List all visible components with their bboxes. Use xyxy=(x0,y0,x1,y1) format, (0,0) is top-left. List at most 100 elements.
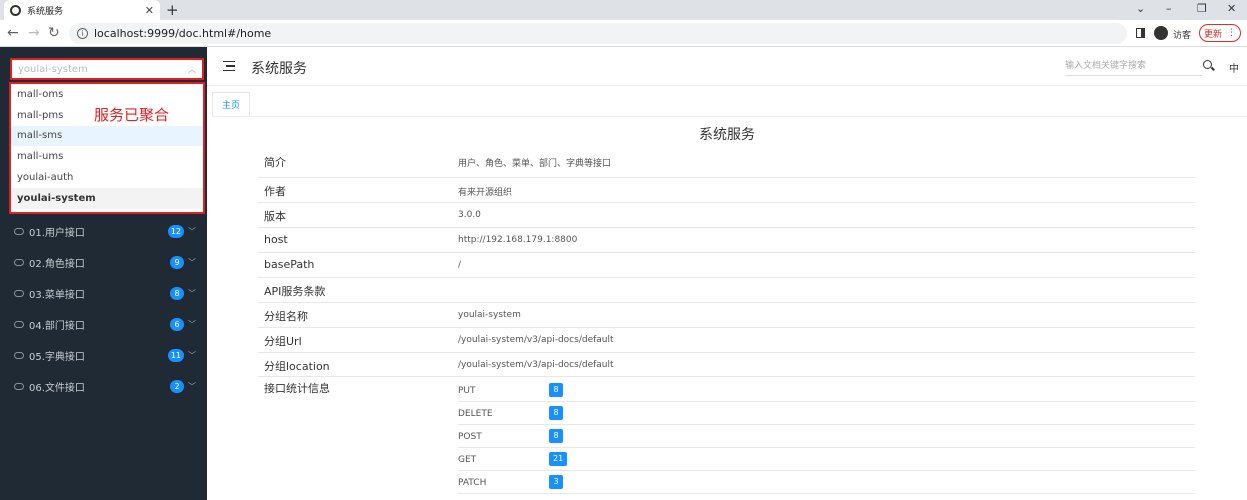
info-value: / xyxy=(458,260,462,270)
globe-icon xyxy=(10,4,21,16)
forward-icon[interactable]: → xyxy=(28,25,40,41)
chevron-down-icon: ﹀ xyxy=(188,288,196,298)
service-select-value: youlai-system xyxy=(18,63,88,75)
service-dropdown: mall-oms mall-pms mall-sms mall-ums youl… xyxy=(9,82,205,214)
info-icon[interactable]: i xyxy=(77,28,88,39)
stat-row: PUT 8 xyxy=(458,379,1195,402)
info-key: 接口统计信息 xyxy=(264,382,330,395)
menu-toggle-icon[interactable] xyxy=(223,61,235,71)
chevron-down-icon: ﹀ xyxy=(188,257,196,267)
sidebar-item-dept-api[interactable]: 04.部门接口 6 ﹀ xyxy=(0,314,207,334)
count-badge: 11 xyxy=(167,348,184,362)
count-badge: 8 xyxy=(170,286,184,300)
url-field[interactable]: i localhost:9999/doc.html#/home xyxy=(69,23,1127,44)
http-method: PATCH xyxy=(458,478,487,488)
tab-divider xyxy=(212,116,1247,117)
service-option[interactable]: youlai-auth xyxy=(11,167,203,188)
sidebar-item-menu-api[interactable]: 03.菜单接口 8 ﹀ xyxy=(0,283,207,303)
more-menu-icon: ⋮ xyxy=(1227,28,1236,38)
cloud-icon xyxy=(14,289,24,297)
count-badge: 3 xyxy=(549,475,563,489)
chevron-down-icon: ﹀ xyxy=(188,381,196,391)
page-title: 系统服务 xyxy=(251,61,307,77)
sidebar-item-label: 06.文件接口 xyxy=(29,382,85,394)
info-row: 简介 用户、角色、菜单、部门、字典等接口 xyxy=(258,148,1195,178)
count-badge: 2 xyxy=(170,379,184,393)
address-bar: ← → ↻ i localhost:9999/doc.html#/home 访客… xyxy=(0,20,1247,47)
doc-title: 系统服务 xyxy=(699,127,755,143)
chevron-down-icon: ﹀ xyxy=(188,226,196,236)
info-row: 作者 有来开源组织 xyxy=(258,178,1195,203)
info-value: 用户、角色、菜单、部门、字典等接口 xyxy=(458,159,612,169)
close-tab-icon[interactable]: ✕ xyxy=(145,4,154,17)
count-badge: 8 xyxy=(549,406,563,420)
tab-home[interactable]: 主页 xyxy=(212,92,250,116)
browser-tab-title: 系统服务 xyxy=(27,6,64,17)
info-key: 分组Url xyxy=(264,335,302,348)
sidebar-item-label: 03.菜单接口 xyxy=(29,289,85,301)
http-method: PUT xyxy=(458,386,476,396)
profile-avatar-icon[interactable] xyxy=(1154,26,1168,40)
info-row: 版本 3.0.0 xyxy=(258,203,1195,228)
count-badge: 21 xyxy=(549,452,568,466)
back-icon[interactable]: ← xyxy=(7,25,19,41)
service-select[interactable]: youlai-system ︿ xyxy=(10,58,204,80)
info-row: 分组名称 youlai-system xyxy=(258,303,1195,328)
sidebar: youlai-system ︿ mall-oms mall-pms mall-s… xyxy=(0,47,207,500)
search-input[interactable] xyxy=(1065,56,1202,76)
count-badge: 8 xyxy=(549,383,563,397)
update-button[interactable]: 更新 ⋮ xyxy=(1199,24,1241,42)
sidebar-item-dict-api[interactable]: 05.字典接口 11 ﹀ xyxy=(0,345,207,365)
new-tab-button[interactable]: + xyxy=(166,1,179,19)
stat-row: DELETE 8 xyxy=(458,402,1195,425)
reload-icon[interactable]: ↻ xyxy=(48,25,60,41)
browser-tab[interactable]: 系统服务 ✕ xyxy=(4,0,160,20)
guest-label[interactable]: 访客 xyxy=(1173,28,1191,41)
info-value: /youlai-system/v3/api-docs/default xyxy=(458,335,614,345)
sidebar-item-user-api[interactable]: 01.用户接口 12 ﹀ xyxy=(0,221,207,241)
sidebar-item-label: 05.字典接口 xyxy=(29,351,85,363)
tab-search-icon[interactable]: ⌄ xyxy=(1136,2,1145,15)
chevron-up-icon: ︿ xyxy=(188,64,196,74)
http-method: POST xyxy=(458,432,482,442)
language-switch[interactable]: 中 xyxy=(1229,60,1239,75)
cloud-icon xyxy=(14,258,24,266)
info-value: /youlai-system/v3/api-docs/default xyxy=(458,360,614,370)
http-method: DELETE xyxy=(458,409,493,419)
close-window-icon[interactable]: ✕ xyxy=(1227,2,1236,15)
info-row: host http://192.168.179.1:8800 xyxy=(258,228,1195,253)
search-icon[interactable] xyxy=(1203,60,1212,69)
count-badge: 8 xyxy=(549,429,563,443)
sidebar-item-file-api[interactable]: 06.文件接口 2 ﹀ xyxy=(0,376,207,396)
info-key: 简介 xyxy=(264,156,286,169)
sidebar-item-label: 02.角色接口 xyxy=(29,258,85,270)
cloud-icon xyxy=(14,382,24,390)
cloud-icon xyxy=(14,351,24,359)
info-key: API服务条款 xyxy=(264,285,326,298)
info-row: API服务条款 xyxy=(258,278,1195,303)
service-option[interactable]: mall-ums xyxy=(11,146,203,167)
http-method: GET xyxy=(458,455,477,465)
sidebar-item-role-api[interactable]: 02.角色接口 9 ﹀ xyxy=(0,252,207,272)
service-option[interactable]: mall-oms xyxy=(11,84,203,105)
info-value: youlai-system xyxy=(458,310,521,320)
info-key: 分组location xyxy=(264,360,330,373)
service-option[interactable]: mall-sms xyxy=(11,125,203,147)
sidebar-item-label: 01.用户接口 xyxy=(29,227,85,239)
count-badge: 6 xyxy=(170,317,184,331)
info-key: 作者 xyxy=(264,185,286,198)
restore-icon[interactable]: ❐ xyxy=(1197,2,1207,15)
info-value: 3.0.0 xyxy=(458,210,481,220)
info-row: 接口统计信息 xyxy=(258,377,1195,395)
update-label: 更新 xyxy=(1203,29,1222,40)
info-value: 有来开源组织 xyxy=(458,188,513,198)
info-key: 版本 xyxy=(264,210,286,223)
cloud-icon xyxy=(14,320,24,328)
service-option-selected[interactable]: youlai-system xyxy=(11,187,203,209)
side-panel-icon[interactable] xyxy=(1136,28,1145,38)
info-row: 分组Url /youlai-system/v3/api-docs/default xyxy=(258,328,1195,353)
minimize-icon[interactable]: – xyxy=(1166,2,1172,15)
cloud-icon xyxy=(14,227,24,235)
count-badge: 12 xyxy=(167,224,184,238)
header-divider xyxy=(207,85,1247,86)
